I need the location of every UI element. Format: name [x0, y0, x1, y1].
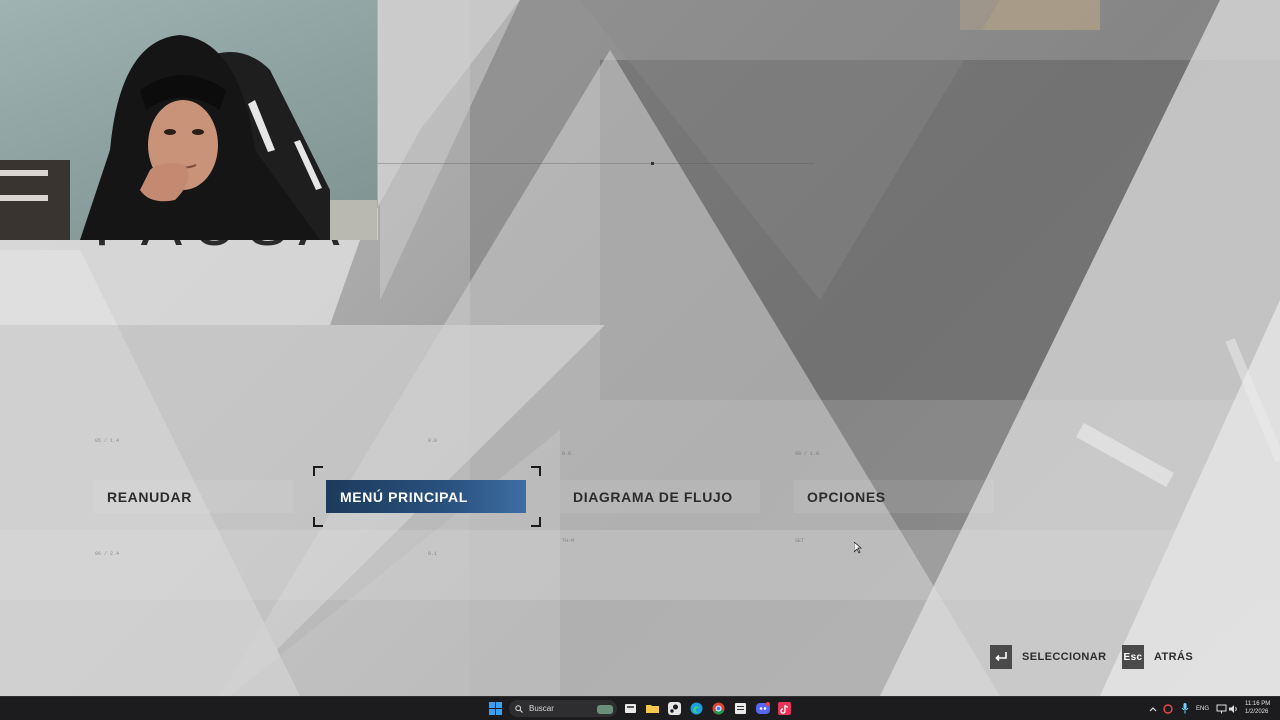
top-divider-marker — [651, 162, 654, 165]
menu-item-options-label: OPCIONES — [807, 488, 886, 505]
selection-bracket — [531, 517, 541, 527]
enter-key-icon — [990, 645, 1012, 669]
microphone-icon[interactable] — [1177, 701, 1192, 716]
esc-key-icon: Esc — [1122, 645, 1144, 669]
chevron-up-icon[interactable] — [1145, 701, 1160, 716]
hud-micro-label: 08 / 1.8 — [795, 451, 820, 457]
selection-bracket — [313, 517, 323, 527]
hud-micro-label: 0.6 — [562, 451, 572, 457]
discord-icon[interactable] — [755, 701, 770, 716]
windows-taskbar: Buscar ENG 11:16 PM 1/2/2026 — [0, 696, 1280, 720]
hud-micro-label: 06 / 2.4 — [95, 551, 120, 557]
tray-app-icon[interactable] — [1160, 701, 1175, 716]
search-highlight-icon — [597, 704, 613, 714]
back-prompt[interactable]: Esc ATRÁS — [1122, 645, 1193, 669]
taskbar-search-label: Buscar — [529, 704, 554, 713]
select-prompt[interactable]: SELECCIONAR — [990, 645, 1106, 669]
hud-micro-label: 05 / 1.4 — [95, 438, 120, 444]
tiktok-icon[interactable] — [777, 701, 792, 716]
top-divider-line — [378, 163, 814, 164]
hud-micro-label: TH-M — [562, 538, 575, 544]
notepad-icon[interactable] — [733, 701, 748, 716]
edge-icon[interactable] — [689, 701, 704, 716]
steam-icon[interactable] — [667, 701, 682, 716]
search-icon — [515, 704, 523, 713]
mouse-cursor-icon — [854, 542, 862, 554]
selection-bracket — [531, 466, 541, 476]
back-prompt-label: ATRÁS — [1154, 651, 1194, 663]
menu-item-resume[interactable]: REANUDAR — [93, 480, 293, 513]
menu-item-options[interactable]: OPCIONES — [794, 480, 994, 513]
chrome-icon[interactable] — [711, 701, 726, 716]
clock-time[interactable]: 11:16 PM — [1245, 701, 1270, 707]
hud-micro-label: 0.1 — [428, 551, 438, 557]
menu-item-flowchart-label: DIAGRAMA DE FLUJO — [573, 488, 733, 505]
language-indicator[interactable]: ENG — [1196, 706, 1209, 712]
file-explorer-icon[interactable] — [645, 701, 660, 716]
windows-start-icon[interactable] — [488, 701, 503, 716]
volume-icon[interactable] — [1226, 701, 1241, 716]
menu-item-flowchart[interactable]: DIAGRAMA DE FLUJO — [560, 480, 760, 513]
selection-bracket — [313, 466, 323, 476]
webcam-overlay — [0, 0, 377, 240]
menu-item-main-menu-label: MENÚ PRINCIPAL — [340, 488, 468, 505]
hud-micro-label: SET — [795, 538, 805, 544]
menu-item-main-menu[interactable]: MENÚ PRINCIPAL — [326, 480, 526, 513]
menu-item-resume-label: REANUDAR — [107, 488, 192, 505]
taskbar-search-input[interactable]: Buscar — [509, 700, 617, 717]
select-prompt-label: SELECCIONAR — [1022, 651, 1107, 663]
hud-micro-label: 0.0 — [428, 438, 438, 444]
widgets-icon[interactable] — [623, 701, 638, 716]
clock-date[interactable]: 1/2/2026 — [1245, 709, 1268, 715]
